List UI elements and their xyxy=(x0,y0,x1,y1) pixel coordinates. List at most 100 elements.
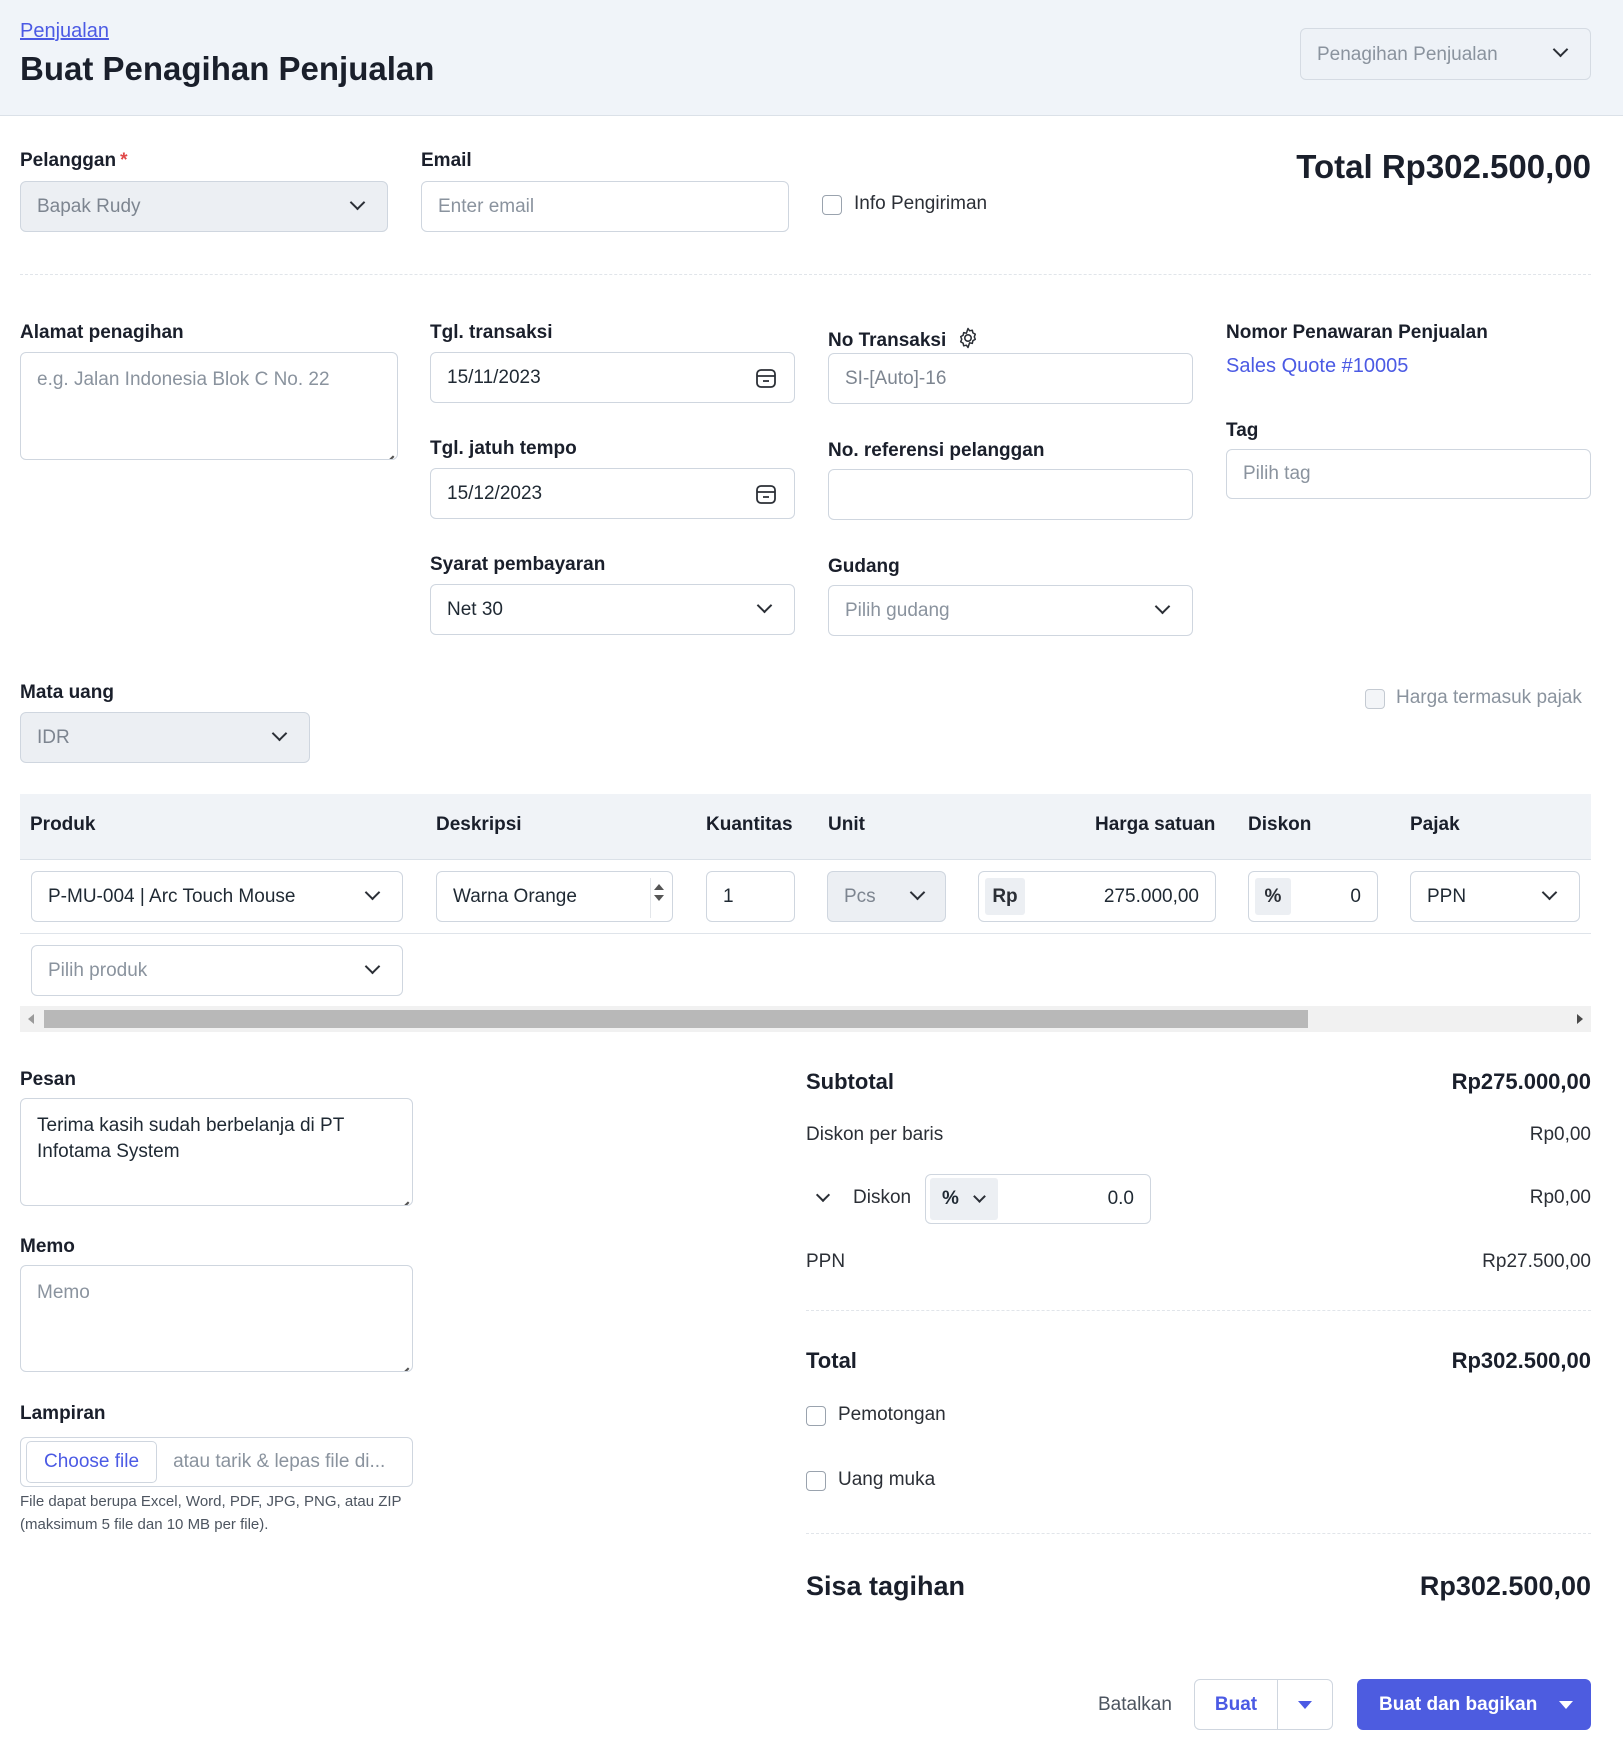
currency-value: IDR xyxy=(37,726,70,748)
subtotal-label: Subtotal xyxy=(806,1069,894,1094)
breadcrumb[interactable]: Penjualan xyxy=(20,20,109,43)
transaction-no-field[interactable]: SI-[Auto]-16 xyxy=(828,353,1193,404)
warehouse-label: Gudang xyxy=(828,556,900,577)
resize-handle[interactable] xyxy=(397,1190,409,1202)
email-label: Email xyxy=(421,150,472,171)
customer-select[interactable]: Bapak Rudy xyxy=(20,181,388,232)
discount-amount: Rp0,00 xyxy=(1529,1187,1591,1208)
doc-type-value: Penagihan Penjualan xyxy=(1317,44,1498,65)
tag-select[interactable]: Pilih tag xyxy=(1226,449,1591,499)
discount-input[interactable]: % 0.0 xyxy=(925,1174,1151,1224)
add-product-placeholder: Pilih produk xyxy=(48,959,148,981)
discount-type-select[interactable]: % xyxy=(930,1178,998,1220)
drop-text: atau tarik & lepas file di... xyxy=(173,1451,386,1472)
quote-link[interactable]: Sales Quote #10005 xyxy=(1226,355,1408,378)
percent-prefix: % xyxy=(1255,878,1291,915)
unit-price-field[interactable]: Rp 275.000,00 xyxy=(978,871,1216,922)
total-amount-header: Total Rp302.500,00 xyxy=(1296,148,1591,185)
deposit-checkbox[interactable] xyxy=(806,1471,826,1491)
due-date-field[interactable]: 15/12/2023 xyxy=(430,468,795,519)
calendar-icon[interactable] xyxy=(754,482,778,506)
scroll-left-icon[interactable] xyxy=(28,1014,34,1024)
warehouse-placeholder: Pilih gudang xyxy=(845,599,950,621)
col-header-unit: Unit xyxy=(828,814,865,835)
product-select[interactable]: P-MU-004 | Arc Touch Mouse xyxy=(31,871,403,922)
payment-terms-label: Syarat pembayaran xyxy=(430,554,606,575)
col-header-discount: Diskon xyxy=(1248,814,1312,835)
col-header-description: Deskripsi xyxy=(436,814,522,835)
chevron-down-icon xyxy=(349,194,366,211)
transaction-date-value: 15/11/2023 xyxy=(447,366,541,388)
quantity-value: 1 xyxy=(723,885,734,907)
unit-select[interactable]: Pcs xyxy=(827,871,946,922)
withholding-checkbox[interactable] xyxy=(806,1406,826,1426)
row-divider xyxy=(20,933,1591,934)
caret-down-icon xyxy=(1298,1700,1312,1709)
warehouse-select[interactable]: Pilih gudang xyxy=(828,585,1193,636)
price-incl-tax-label: Harga termasuk pajak xyxy=(1396,687,1582,708)
billing-address-label: Alamat penagihan xyxy=(20,322,184,343)
attachment-dropzone[interactable]: Choose file atau tarik & lepas file di..… xyxy=(20,1437,413,1487)
tax-select[interactable]: PPN xyxy=(1410,871,1580,922)
create-dropdown-button[interactable] xyxy=(1277,1679,1333,1730)
tag-label: Tag xyxy=(1226,420,1259,441)
currency-select[interactable]: IDR xyxy=(20,712,310,763)
create-and-share-button[interactable]: Buat dan bagikan xyxy=(1357,1679,1591,1730)
scroll-right-icon[interactable] xyxy=(1577,1014,1583,1024)
discount-input-value: 0.0 xyxy=(1107,1188,1134,1209)
attachment-label: Lampiran xyxy=(20,1403,106,1424)
description-value: Warna Orange xyxy=(453,885,577,907)
scroll-thumb[interactable] xyxy=(44,1010,1308,1028)
chevron-down-icon xyxy=(1552,41,1569,58)
transaction-date-field[interactable]: 15/11/2023 xyxy=(430,352,795,403)
gear-icon[interactable] xyxy=(956,326,980,350)
stepper-arrows-icon[interactable] xyxy=(650,878,664,918)
resize-handle[interactable] xyxy=(382,444,394,456)
chevron-down-icon[interactable] xyxy=(815,1187,831,1203)
transaction-no-label: No Transaksi xyxy=(828,322,980,352)
discount-field[interactable]: % 0 xyxy=(1248,871,1378,922)
payment-terms-select[interactable]: Net 30 xyxy=(430,584,795,635)
description-field[interactable]: Warna Orange xyxy=(436,871,673,922)
choose-file-button[interactable]: Choose file xyxy=(26,1441,158,1483)
transaction-no-value: SI-[Auto]-16 xyxy=(845,367,947,389)
price-incl-tax-checkbox[interactable] xyxy=(1365,689,1385,709)
doc-type-select[interactable]: Penagihan Penjualan xyxy=(1300,28,1591,80)
discount-label: Diskon xyxy=(853,1187,912,1208)
resize-handle[interactable] xyxy=(397,1356,409,1368)
memo-placeholder: Memo xyxy=(37,1282,90,1303)
memo-field[interactable]: Memo xyxy=(20,1265,413,1372)
message-field[interactable]: Terima kasih sudah berbelanja di PT Info… xyxy=(20,1098,413,1206)
calendar-icon[interactable] xyxy=(754,366,778,390)
tax-label: PPN xyxy=(806,1251,846,1272)
shipping-info-label: Info Pengiriman xyxy=(854,193,988,214)
discount-type-value: % xyxy=(942,1188,959,1209)
currency-label: Mata uang xyxy=(20,682,114,703)
balance-value: Rp302.500,00 xyxy=(1419,1571,1591,1601)
quantity-field[interactable]: 1 xyxy=(706,871,795,922)
add-product-select[interactable]: Pilih produk xyxy=(31,945,403,996)
email-field[interactable]: Enter email xyxy=(421,181,789,232)
divider xyxy=(20,274,1591,275)
total-value: Rp302.500,00 xyxy=(1451,1348,1591,1373)
shipping-info-checkbox[interactable] xyxy=(822,195,842,215)
cancel-button[interactable]: Batalkan xyxy=(1098,1694,1172,1716)
tag-placeholder: Pilih tag xyxy=(1243,463,1311,484)
customer-label: Pelanggan * xyxy=(20,150,128,171)
page-title: Buat Penagihan Penjualan xyxy=(20,50,435,87)
due-date-value: 15/12/2023 xyxy=(447,482,543,504)
required-mark: * xyxy=(120,150,128,171)
deposit-label: Uang muka xyxy=(838,1469,936,1490)
create-and-share-label: Buat dan bagikan xyxy=(1379,1693,1538,1715)
chevron-down-icon xyxy=(756,597,773,614)
line-discount-label: Diskon per baris xyxy=(806,1124,944,1145)
col-header-product: Produk xyxy=(30,814,96,835)
payment-terms-value: Net 30 xyxy=(447,598,503,620)
total-label: Total xyxy=(806,1348,857,1373)
billing-address-field[interactable]: e.g. Jalan Indonesia Blok C No. 22 xyxy=(20,352,398,460)
create-button[interactable]: Buat xyxy=(1194,1679,1278,1730)
horizontal-scrollbar[interactable] xyxy=(20,1006,1591,1032)
caret-down-icon xyxy=(1559,1700,1574,1709)
col-header-quantity: Kuantitas xyxy=(706,814,793,835)
customer-ref-field[interactable] xyxy=(828,469,1193,520)
